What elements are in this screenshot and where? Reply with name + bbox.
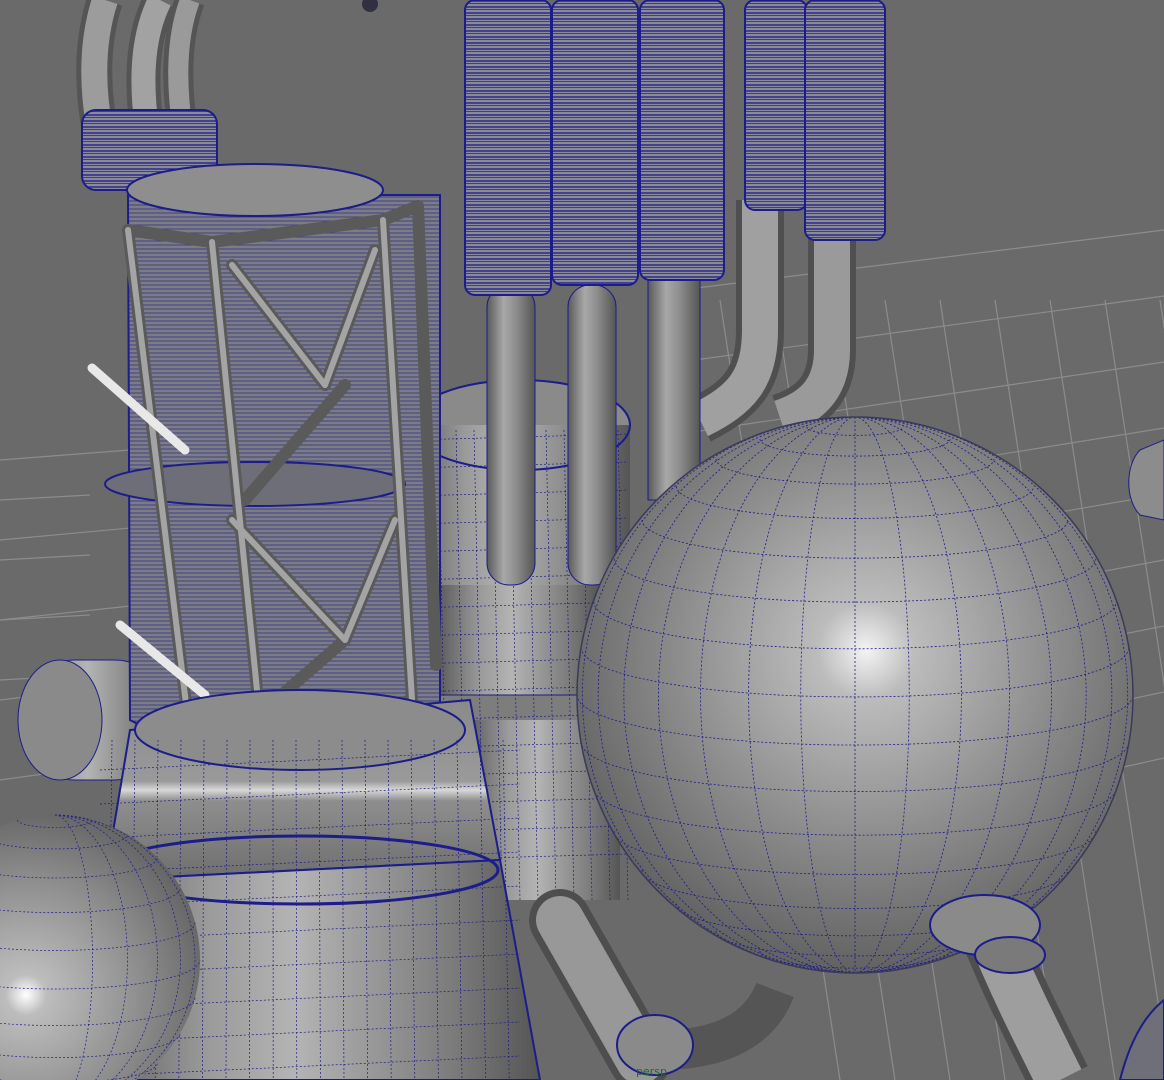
camera-label: persp: [636, 1065, 667, 1078]
viewport-scene[interactable]: [0, 0, 1164, 1080]
curved-pipes-top-left[interactable]: [76, 0, 378, 191]
caged-cylinder-tank[interactable]: [87, 163, 442, 751]
large-sphere-tank[interactable]: [576, 416, 1134, 974]
maya-viewport[interactable]: persp: [0, 0, 1164, 1080]
